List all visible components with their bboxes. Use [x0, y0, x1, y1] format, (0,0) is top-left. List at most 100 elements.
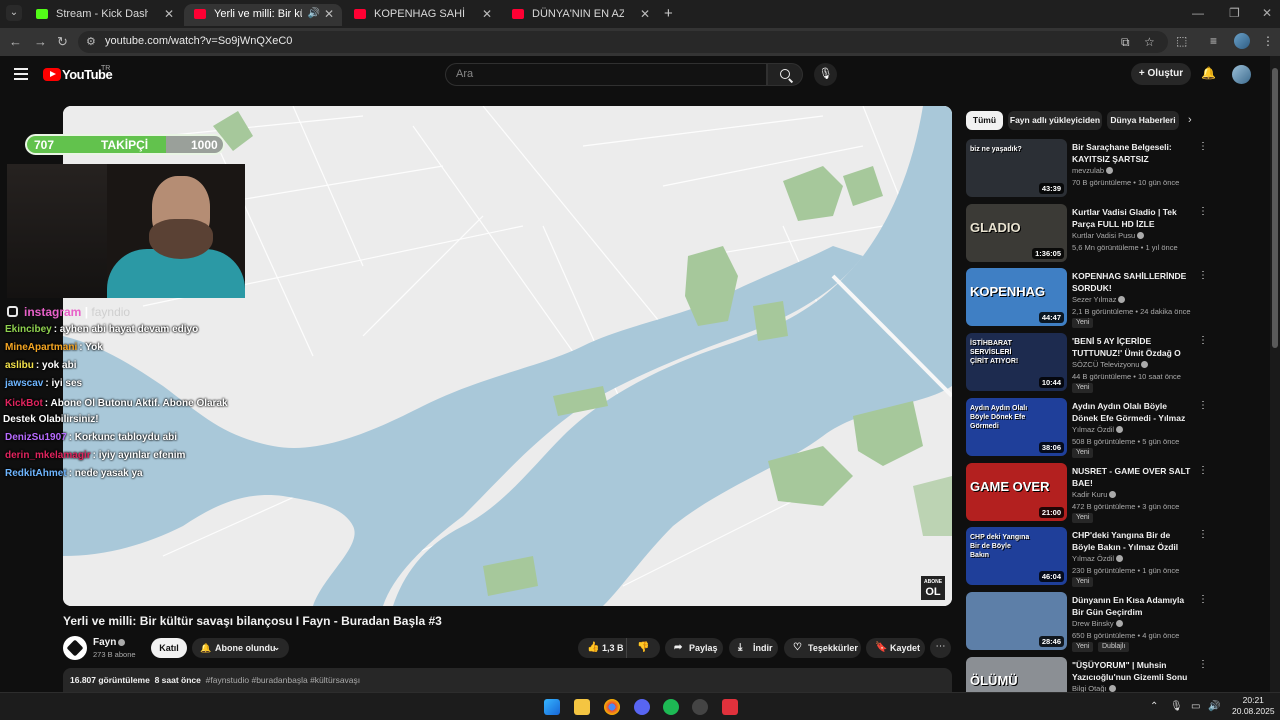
- vivaldi-icon[interactable]: [722, 699, 738, 715]
- speaker-icon[interactable]: 🔊: [308, 4, 320, 24]
- more-options-icon[interactable]: ⋮: [1198, 270, 1208, 281]
- spotify-icon[interactable]: [663, 699, 679, 715]
- more-options-icon[interactable]: ⋮: [1198, 594, 1208, 605]
- more-options-icon[interactable]: ⋮: [1198, 659, 1208, 670]
- video-meta: 70 B görüntüleme • 10 gün önce: [1072, 178, 1179, 187]
- close-window-icon[interactable]: ✕: [1262, 6, 1272, 20]
- search-button[interactable]: [767, 63, 803, 86]
- more-options-icon[interactable]: ⋮: [1198, 465, 1208, 476]
- download-icon: ⤓: [738, 642, 743, 653]
- chrome-icon[interactable]: [604, 699, 620, 715]
- tab-kopenhag[interactable]: KOPENHAG SAHİLLERİNDE SORDUK! ✕: [344, 4, 500, 26]
- notifications-bell-icon[interactable]: 🔔: [1201, 66, 1216, 80]
- tab-kick-dashboard[interactable]: Stream - Kick Dashboard ✕: [26, 4, 182, 26]
- tab-current-video[interactable]: Yerli ve milli: Bir kültür savaşı bilanç…: [184, 4, 342, 26]
- recommended-video[interactable]: biz ne yaşadık? 43:39 Bir Saraçhane Belges…: [966, 139, 1216, 197]
- close-tab-icon[interactable]: ✕: [482, 4, 492, 24]
- share-button[interactable]: ➦ Paylaş: [665, 638, 723, 658]
- recommended-video[interactable]: 28:46 Dünyanın En Kısa Adamıyla Bir Gün G…: [966, 592, 1216, 652]
- dislike-button[interactable]: 👎: [626, 638, 660, 658]
- hashtags[interactable]: #faynstudio #buradanbaşla #kültürsavaşı: [206, 675, 361, 685]
- upload-age: 1 yıl önce: [1145, 243, 1178, 252]
- instagram-handle: fayndio: [91, 305, 131, 319]
- video-thumbnail[interactable]: İSTİHBARAT SERVİSLERİ ÇİRİT ATIYOR! 10:44: [966, 333, 1067, 391]
- new-badge: Yeni: [1072, 513, 1094, 523]
- account-avatar[interactable]: [1232, 65, 1251, 84]
- chevron-right-icon[interactable]: ›: [1188, 114, 1192, 126]
- recommended-video[interactable]: GAME OVER 21:00 NUSRET - GAME OVER SALT BA…: [966, 463, 1216, 523]
- video-thumbnail[interactable]: CHP deki Yangına Bir de Böyle Bakın 46:04: [966, 527, 1067, 585]
- video-thumbnail[interactable]: biz ne yaşadık? 43:39: [966, 139, 1067, 197]
- close-tab-icon[interactable]: ✕: [164, 4, 174, 24]
- menu-hamburger-icon[interactable]: [14, 68, 28, 80]
- recommended-video[interactable]: CHP deki Yangına Bir de Böyle Bakın 46:04…: [966, 527, 1216, 587]
- clock-time: 20:21: [1242, 695, 1264, 705]
- like-button[interactable]: 👍 1,3 B: [578, 638, 626, 658]
- browser-menu-icon[interactable]: ⋮: [1262, 34, 1274, 48]
- download-button[interactable]: ⤓ İndir: [729, 638, 778, 658]
- new-tab-icon[interactable]: +: [664, 5, 673, 22]
- bookmark-star-icon[interactable]: ☆: [1144, 35, 1155, 49]
- more-actions-icon[interactable]: ⋯: [930, 638, 951, 658]
- reading-list-icon[interactable]: ≡: [1210, 34, 1217, 48]
- subscribe-watermark[interactable]: ABONE OL: [921, 576, 945, 600]
- voice-search-icon[interactable]: 🎙: [814, 63, 837, 86]
- video-thumbnail[interactable]: GAME OVER 21:00: [966, 463, 1067, 521]
- close-tab-icon[interactable]: ✕: [324, 4, 334, 24]
- windows-start-icon[interactable]: [544, 699, 560, 715]
- channel-avatar[interactable]: [63, 636, 87, 660]
- tab-search-icon[interactable]: ⌄: [6, 5, 22, 21]
- file-explorer-icon[interactable]: [574, 699, 590, 715]
- recommended-video[interactable]: Aydın Aydın Olalı Böyle Dönek Efe Görmed…: [966, 398, 1216, 458]
- video-title: NUSRET - GAME OVER SALT BAE!: [1072, 466, 1191, 488]
- chip-from-uploader[interactable]: Fayn adlı yükleyiciden: [1008, 111, 1102, 130]
- tab-dunya[interactable]: DÜNYA'NIN EN AZ OKSİJENE SAHİP ŞEHRİ ✕: [502, 4, 658, 26]
- system-clock[interactable]: 20:21 20.08.2025: [1232, 695, 1275, 717]
- upload-age: 8 saat önce: [154, 675, 201, 685]
- video-thumbnail[interactable]: KOPENHAG 44:47: [966, 268, 1067, 326]
- chip-world-news[interactable]: Dünya Haberleri: [1107, 111, 1179, 130]
- extensions-icon[interactable]: ⬚: [1176, 34, 1187, 48]
- minimize-icon[interactable]: —: [1192, 6, 1204, 20]
- more-options-icon[interactable]: ⋮: [1198, 141, 1208, 152]
- microphone-icon[interactable]: 🎙: [1170, 701, 1183, 712]
- more-options-icon[interactable]: ⋮: [1198, 529, 1208, 540]
- scrollbar-thumb[interactable]: [1272, 68, 1278, 348]
- recommended-video[interactable]: İSTİHBARAT SERVİSLERİ ÇİRİT ATIYOR! 10:44…: [966, 333, 1216, 393]
- channel-name[interactable]: Fayn: [93, 637, 126, 648]
- page-scrollbar[interactable]: [1270, 56, 1280, 692]
- volume-icon[interactable]: 🔊: [1208, 701, 1220, 712]
- close-tab-icon[interactable]: ✕: [640, 4, 650, 24]
- site-info-icon[interactable]: ⚙: [86, 35, 96, 48]
- forward-icon[interactable]: →: [34, 34, 47, 49]
- more-options-icon[interactable]: ⋮: [1198, 206, 1208, 217]
- youtube-logo-icon[interactable]: [43, 68, 61, 81]
- search-input[interactable]: Ara: [445, 63, 767, 86]
- show-hidden-icons-icon[interactable]: ⌃: [1150, 701, 1158, 712]
- video-thumbnail[interactable]: 28:46: [966, 592, 1067, 650]
- save-button[interactable]: 🔖 Kaydet: [866, 638, 925, 658]
- address-bar[interactable]: ⚙ youtube.com/watch?v=So9jWnQXeC0 ⧉ ☆: [78, 31, 1168, 53]
- recommended-video[interactable]: GLADIO 1:36:05 Kurtlar Vadisi Gladio | Tek…: [966, 204, 1216, 262]
- create-button[interactable]: + Oluştur: [1131, 63, 1191, 85]
- join-button[interactable]: Katıl: [151, 638, 187, 658]
- network-icon[interactable]: ▭: [1191, 701, 1200, 712]
- video-thumbnail[interactable]: Aydın Aydın Olalı Böyle Dönek Efe Görmed…: [966, 398, 1067, 456]
- obs-icon[interactable]: [692, 699, 708, 715]
- subscribed-button[interactable]: 🔔 Abone olundu ⌄: [192, 638, 289, 658]
- back-icon[interactable]: ←: [9, 34, 22, 49]
- browser-profile-avatar[interactable]: [1234, 33, 1250, 49]
- thanks-button[interactable]: ♡ Teşekkürler: [784, 638, 861, 658]
- install-app-icon[interactable]: ⧉: [1121, 35, 1130, 50]
- more-options-icon[interactable]: ⋮: [1198, 400, 1208, 411]
- more-options-icon[interactable]: ⋮: [1198, 335, 1208, 346]
- chat-message: DenizSu1907: Korkunc tabloydu abi: [5, 432, 177, 443]
- restore-icon[interactable]: ❐: [1229, 6, 1240, 20]
- reload-icon[interactable]: ↻: [57, 34, 68, 50]
- recommended-video[interactable]: KOPENHAG 44:47 KOPENHAG SAHİLLERİNDE SORDU…: [966, 268, 1216, 328]
- video-thumbnail[interactable]: GLADIO 1:36:05: [966, 204, 1067, 262]
- chat-text-continued: Destek Olabilirsiniz!: [3, 414, 99, 425]
- discord-icon[interactable]: [634, 699, 650, 715]
- chip-all[interactable]: Tümü: [966, 111, 1003, 130]
- description-box[interactable]: 16.807 görüntüleme 8 saat önce #faynstud…: [63, 668, 952, 692]
